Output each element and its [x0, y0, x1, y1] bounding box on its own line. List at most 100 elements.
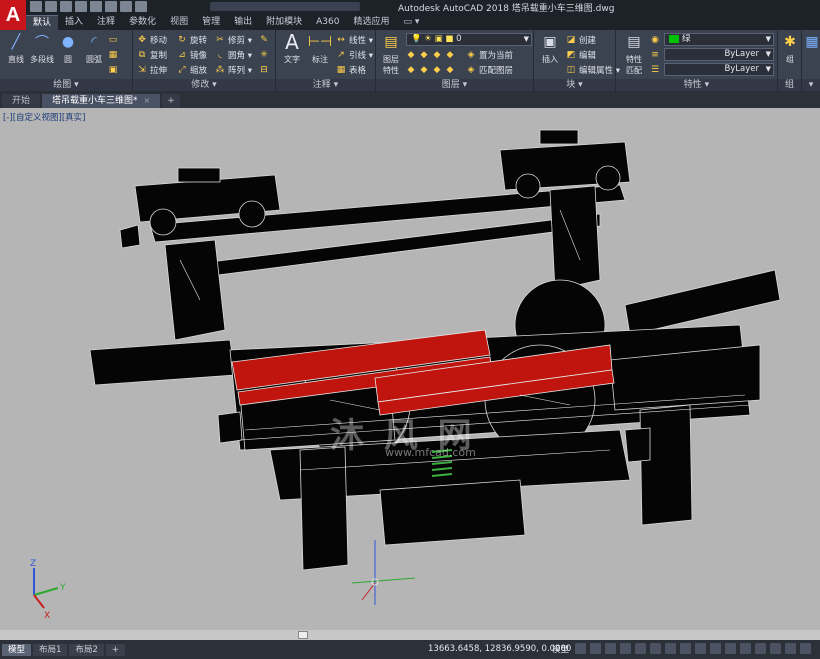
utilities-panel-title[interactable]: ▾	[802, 79, 820, 91]
workspace-icon[interactable]	[695, 643, 706, 654]
draw-panel-title[interactable]: 绘图 ▾	[0, 79, 132, 91]
erase-button[interactable]: ✎	[259, 33, 269, 47]
application-menu-button[interactable]: A	[0, 0, 26, 30]
measure-button[interactable]: ▦	[802, 32, 820, 54]
scale-button[interactable]: ⤢ 缩放	[177, 63, 207, 77]
open-file-icon[interactable]	[45, 1, 57, 12]
linetype-icon-button[interactable]: ☰	[650, 63, 660, 77]
layers-panel-title[interactable]: 图层 ▾	[376, 79, 533, 91]
tab-drawing[interactable]: 塔吊载重小车三维图* ×	[42, 94, 161, 108]
linetype-dropdown[interactable]: ByLayer ▼	[664, 48, 774, 61]
linear-button[interactable]: ↔ 线性 ▾	[336, 33, 373, 47]
polar-icon[interactable]	[620, 643, 631, 654]
redo-icon[interactable]	[120, 1, 132, 12]
tab-featured-apps[interactable]: 精选应用	[346, 15, 396, 30]
line-button[interactable]: ╱ 直线	[2, 32, 30, 65]
layout-tab-model[interactable]: 模型	[2, 643, 32, 656]
trim-button[interactable]: ✂ 修剪 ▾	[215, 33, 252, 47]
quick-properties-icon[interactable]	[725, 643, 736, 654]
array-button[interactable]: ⁂ 阵列 ▾	[215, 63, 252, 77]
annotation-scale-icon[interactable]	[680, 643, 691, 654]
tab-a360[interactable]: A360	[309, 15, 346, 30]
text-button[interactable]: A 文字	[278, 30, 306, 65]
hatch-button[interactable]: ▦	[108, 48, 118, 62]
scrollbar-thumb[interactable]	[298, 631, 308, 639]
layer-dropdown[interactable]: 💡 ☀ ▣ ■ 0 ▼	[406, 33, 532, 46]
annotation-panel-title[interactable]: 注释 ▾	[276, 79, 375, 91]
isolate-objects-icon[interactable]	[740, 643, 751, 654]
snap-icon[interactable]	[590, 643, 601, 654]
layout-tab-layout1[interactable]: 布局1	[33, 643, 68, 656]
rotate-button[interactable]: ↻ 旋转	[177, 33, 207, 47]
layer-tools-row2[interactable]: ◆ ◆ ◆ ◆	[406, 63, 455, 77]
color-wheel-button[interactable]: ◉	[650, 33, 660, 47]
region-button[interactable]: ▣	[108, 63, 118, 77]
table-button[interactable]: ▦ 表格	[336, 63, 366, 77]
block-panel-title[interactable]: 块 ▾	[534, 79, 615, 91]
groups-panel-title[interactable]: 组	[778, 79, 801, 91]
close-icon[interactable]: ×	[144, 96, 151, 105]
insert-block-button[interactable]: ▣ 插入	[536, 32, 564, 65]
cursor-coordinates[interactable]: 13663.6458, 12836.9590, 0.0000	[428, 644, 571, 654]
dimension-button[interactable]: ⊢⊣ 标注	[306, 32, 334, 65]
properties-panel-title[interactable]: 特性 ▾	[616, 79, 777, 91]
mirror-button[interactable]: ⊿ 镜像	[177, 48, 207, 62]
circle-button[interactable]: ● 圆	[54, 32, 82, 65]
horizontal-scrollbar[interactable]	[0, 630, 820, 640]
hardware-acceleration-icon[interactable]	[755, 643, 766, 654]
layer-tools-row1[interactable]: ◆ ◆ ◆ ◆	[406, 48, 455, 62]
color-dropdown[interactable]: 绿 ▼	[664, 33, 774, 46]
match-layer-button[interactable]: ◈ 匹配图层	[466, 63, 513, 77]
isodraft-icon[interactable]	[635, 643, 646, 654]
ortho-icon[interactable]	[605, 643, 616, 654]
leader-button[interactable]: ↗ 引线 ▾	[336, 48, 373, 62]
menu-icon[interactable]	[800, 643, 811, 654]
tab-addins[interactable]: 附加模块	[259, 15, 309, 30]
match-properties-button[interactable]: ▤ 特性 匹配	[620, 32, 648, 76]
units-icon[interactable]	[710, 643, 721, 654]
plot-icon[interactable]	[90, 1, 102, 12]
save-icon[interactable]	[60, 1, 72, 12]
stretch-button[interactable]: ⇲ 拉伸	[137, 63, 167, 77]
copy-button[interactable]: ⧉ 复制	[137, 48, 167, 62]
rectangle-button[interactable]: ▭	[108, 33, 118, 47]
osnap-icon[interactable]	[650, 643, 661, 654]
customization-icon[interactable]	[785, 643, 796, 654]
move-button[interactable]: ✥ 移动	[137, 33, 167, 47]
fillet-button[interactable]: ◟ 圆角 ▾	[215, 48, 252, 62]
new-tab-button[interactable]: +	[162, 94, 180, 108]
edit-attributes-button[interactable]: ◫ 编辑属性 ▾	[566, 63, 620, 77]
clean-screen-icon[interactable]	[770, 643, 781, 654]
layout-tab-layout2[interactable]: 布局2	[69, 643, 104, 656]
tab-start[interactable]: 开始	[2, 94, 41, 108]
tab-manage[interactable]: 管理	[195, 15, 227, 30]
tab-annotate[interactable]: 注释	[90, 15, 122, 30]
tab-panel-toggle[interactable]: ▭ ▾	[396, 15, 426, 30]
set-current-button[interactable]: ◈ 置为当前	[466, 48, 513, 62]
offset-button[interactable]: ⊟	[259, 63, 269, 77]
group-button[interactable]: ✱ 组	[778, 32, 802, 65]
drawing-viewport[interactable]: [-][自定义视图][真实] Z Y X 沐 风 网 www.mfcad.com	[0, 108, 820, 630]
arc-button[interactable]: ◜ 圆弧	[80, 32, 108, 65]
grid-icon[interactable]	[575, 643, 586, 654]
tab-output[interactable]: 输出	[227, 15, 259, 30]
model-space-toggle[interactable]: 模型	[552, 643, 569, 655]
modify-panel-title[interactable]: 修改 ▾	[133, 79, 275, 91]
tab-view[interactable]: 视图	[163, 15, 195, 30]
create-block-button[interactable]: ◪ 创建	[566, 33, 596, 47]
lineweight-icon-button[interactable]: ≡	[650, 48, 660, 62]
polyline-button[interactable]: ⌒ 多段线	[28, 32, 56, 65]
undo-icon[interactable]	[105, 1, 117, 12]
layer-properties-button[interactable]: ▤ 图层 特性	[378, 32, 404, 76]
lineweight-dropdown[interactable]: ByLayer ▼	[664, 63, 774, 76]
otrack-icon[interactable]	[665, 643, 676, 654]
add-layout-button[interactable]: +	[105, 643, 125, 656]
qat-dropdown-icon[interactable]	[135, 1, 147, 12]
edit-block-button[interactable]: ◩ 编辑	[566, 48, 596, 62]
save-as-icon[interactable]	[75, 1, 87, 12]
tab-parametric[interactable]: 参数化	[122, 15, 163, 30]
explode-button[interactable]: ✳	[259, 48, 269, 62]
tab-home[interactable]: 默认	[26, 15, 59, 30]
new-file-icon[interactable]	[30, 1, 42, 12]
tab-insert[interactable]: 插入	[58, 15, 90, 30]
